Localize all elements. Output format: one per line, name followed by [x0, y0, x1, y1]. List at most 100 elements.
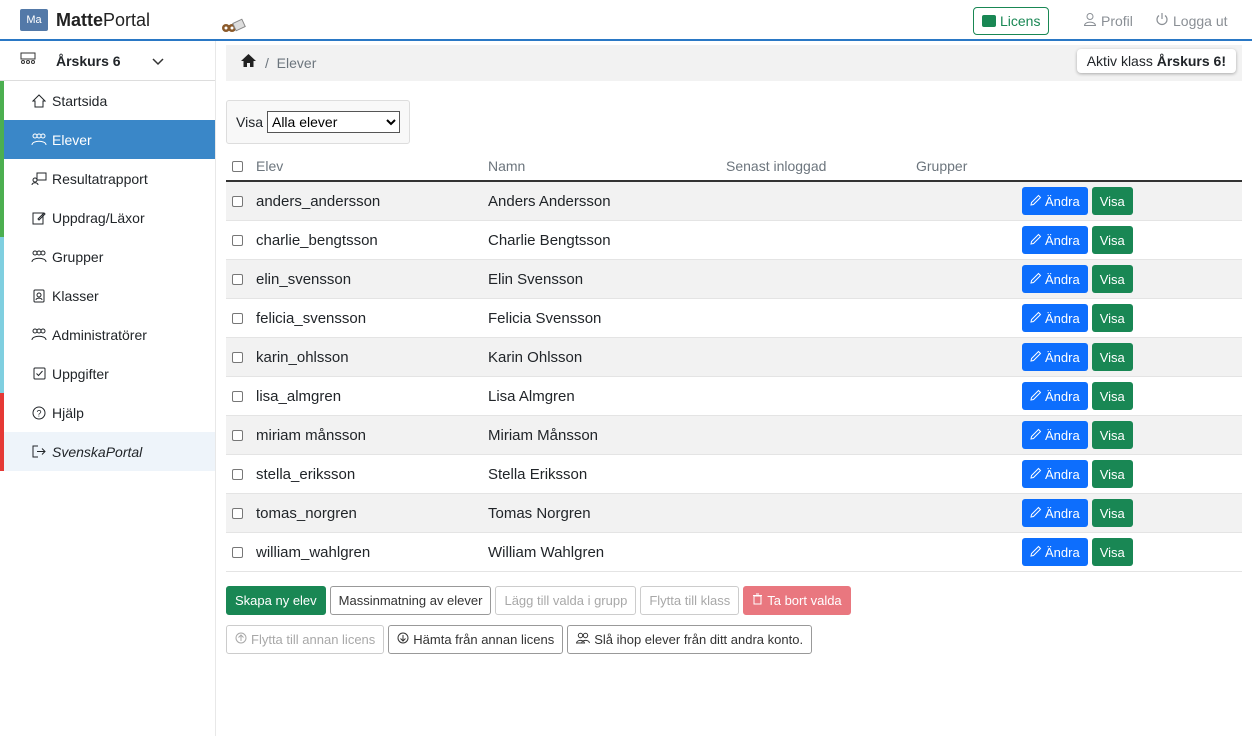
row-checkbox[interactable]	[232, 195, 243, 207]
sidebar-item-label: Hjälp	[52, 404, 84, 421]
view-student-button[interactable]: Visa	[1091, 382, 1133, 410]
sidebar-item-uppgifter[interactable]: Uppgifter	[0, 354, 215, 393]
row-checkbox[interactable]	[232, 546, 243, 558]
row-checkbox[interactable]	[232, 429, 243, 441]
add-to-group-button[interactable]: Lägg till valda i grupp	[495, 586, 637, 615]
pencil-icon	[1030, 545, 1042, 560]
move-to-class-button[interactable]: Flytta till klass	[640, 586, 740, 615]
view-student-button[interactable]: Visa	[1091, 499, 1133, 527]
row-checkbox[interactable]	[232, 351, 243, 363]
row-checkbox[interactable]	[232, 390, 243, 402]
sidebar-item-uppdrag-läxor[interactable]: Uppdrag/Läxor	[0, 198, 215, 237]
arrow-down-circle-icon	[397, 632, 409, 647]
edit-student-button[interactable]: Ändra	[1022, 382, 1088, 410]
row-checkbox[interactable]	[232, 273, 243, 285]
sidebar-item-startsida[interactable]: Startsida	[0, 81, 215, 120]
pencil-icon	[1030, 350, 1042, 365]
cell-name: Lisa Almgren	[488, 387, 575, 405]
top-navbar: Ma MattePortal Licens Profil Logga ut	[0, 0, 1252, 41]
view-student-button[interactable]: Visa	[1091, 421, 1133, 449]
sidebar-item-klasser[interactable]: Klasser	[0, 276, 215, 315]
delete-selected-button[interactable]: Ta bort valda	[743, 586, 851, 615]
move-license-button[interactable]: Flytta till annan licens	[226, 625, 385, 654]
license-button[interactable]: Licens	[973, 7, 1050, 35]
sidebar-item-grupper[interactable]: Grupper	[0, 237, 215, 276]
fetch-license-button[interactable]: Hämta från annan licens	[388, 625, 564, 654]
power-icon	[1155, 12, 1169, 29]
pencil-icon	[1030, 506, 1042, 521]
sidebar-item-label: SvenskaPortal	[52, 443, 143, 460]
row-checkbox[interactable]	[232, 507, 243, 519]
header-user[interactable]: Elev	[256, 158, 488, 174]
sidebar-item-administratörer[interactable]: Administratörer	[0, 315, 215, 354]
row-checkbox[interactable]	[232, 234, 243, 246]
exit-icon	[30, 445, 48, 458]
app-name: MattePortal	[56, 9, 151, 30]
breadcrumb-separator: /	[265, 55, 277, 71]
edit-student-button[interactable]: Ändra	[1022, 265, 1088, 293]
view-student-button[interactable]: Visa	[1091, 538, 1133, 566]
edit-student-button[interactable]: Ändra	[1022, 304, 1088, 332]
edit-student-button[interactable]: Ändra	[1022, 343, 1088, 371]
logo-badge: Ma	[20, 9, 48, 31]
merge-accounts-button[interactable]: Slå ihop elever från ditt andra konto.	[567, 625, 813, 654]
header-groups[interactable]: Grupper	[916, 158, 1022, 174]
sidebar-item-svenskaportal[interactable]: SvenskaPortal	[0, 432, 215, 471]
pencil-icon	[1030, 233, 1042, 248]
row-checkbox[interactable]	[232, 312, 243, 324]
edit-student-button[interactable]: Ändra	[1022, 538, 1088, 566]
sidebar: Årskurs 6 Startsida Elever Resultatrapport…	[0, 41, 216, 736]
users-icon	[30, 328, 48, 341]
create-student-button[interactable]: Skapa ny elev	[226, 586, 326, 615]
cell-username: charlie_bengtsson	[256, 231, 378, 249]
table-row: felicia_svensson Felicia Svensson Ändra Vis…	[226, 299, 1242, 338]
users-icon	[576, 632, 591, 647]
sidebar-item-hjälp[interactable]: ? Hjälp	[0, 393, 215, 432]
select-all-checkbox[interactable]	[232, 160, 243, 172]
sidebar-item-resultatrapport[interactable]: Resultatrapport	[0, 159, 215, 198]
view-student-button[interactable]: Visa	[1091, 343, 1133, 371]
edit-student-button[interactable]: Ändra	[1022, 187, 1088, 215]
help-icon: ?	[30, 406, 48, 420]
table-header: Elev Namn Senast inloggad Grupper	[226, 152, 1242, 182]
license-icon	[982, 15, 996, 27]
action-row-2: Flytta till annan licens Hämta från anna…	[226, 625, 813, 654]
edit-student-button[interactable]: Ändra	[1022, 499, 1088, 527]
sidebar-item-elever[interactable]: Elever	[0, 120, 215, 159]
pencil-icon	[1030, 194, 1042, 209]
view-student-button[interactable]: Visa	[1091, 460, 1133, 488]
action-row-1: Skapa ny elev Massinmatning av elever Lä…	[226, 586, 851, 615]
cell-username: elin_svensson	[256, 270, 352, 288]
filter-label: Visa	[236, 114, 263, 130]
view-student-button[interactable]: Visa	[1091, 187, 1133, 215]
class-selector[interactable]: Årskurs 6	[0, 41, 215, 81]
sidebar-item-label: Administratörer	[52, 326, 147, 343]
sidebar-item-label: Klasser	[52, 287, 99, 304]
view-student-button[interactable]: Visa	[1091, 304, 1133, 332]
profile-link[interactable]: Profil	[1083, 12, 1133, 29]
view-student-button[interactable]: Visa	[1091, 265, 1133, 293]
classroom-icon	[20, 52, 36, 69]
chevron-down-icon	[152, 53, 164, 69]
app-logo[interactable]: Ma MattePortal	[20, 9, 150, 31]
home-icon[interactable]	[240, 53, 257, 73]
edit-student-button[interactable]: Ändra	[1022, 226, 1088, 254]
class-name: Årskurs 6	[56, 52, 121, 69]
table-row: tomas_norgren Tomas Norgren Ändra Visa	[226, 494, 1242, 533]
row-checkbox[interactable]	[232, 468, 243, 480]
header-last-login[interactable]: Senast inloggad	[726, 158, 916, 174]
trash-icon	[752, 593, 763, 608]
cell-username: miriam månsson	[256, 426, 367, 444]
edit-student-button[interactable]: Ändra	[1022, 460, 1088, 488]
checkbox-icon	[30, 367, 48, 380]
breadcrumb: / Elever Aktiv klass Årskurs 6!	[226, 45, 1242, 81]
logout-link[interactable]: Logga ut	[1155, 12, 1228, 29]
edit-student-button[interactable]: Ändra	[1022, 421, 1088, 449]
table-row: charlie_bengtsson Charlie Bengtsson Ändra V…	[226, 221, 1242, 260]
sidebar-item-label: Uppgifter	[52, 365, 109, 382]
header-name[interactable]: Namn	[488, 158, 726, 174]
bulk-import-button[interactable]: Massinmatning av elever	[329, 586, 492, 615]
view-student-button[interactable]: Visa	[1091, 226, 1133, 254]
filter-select[interactable]: Alla elever	[266, 111, 400, 133]
home-icon	[30, 93, 48, 108]
